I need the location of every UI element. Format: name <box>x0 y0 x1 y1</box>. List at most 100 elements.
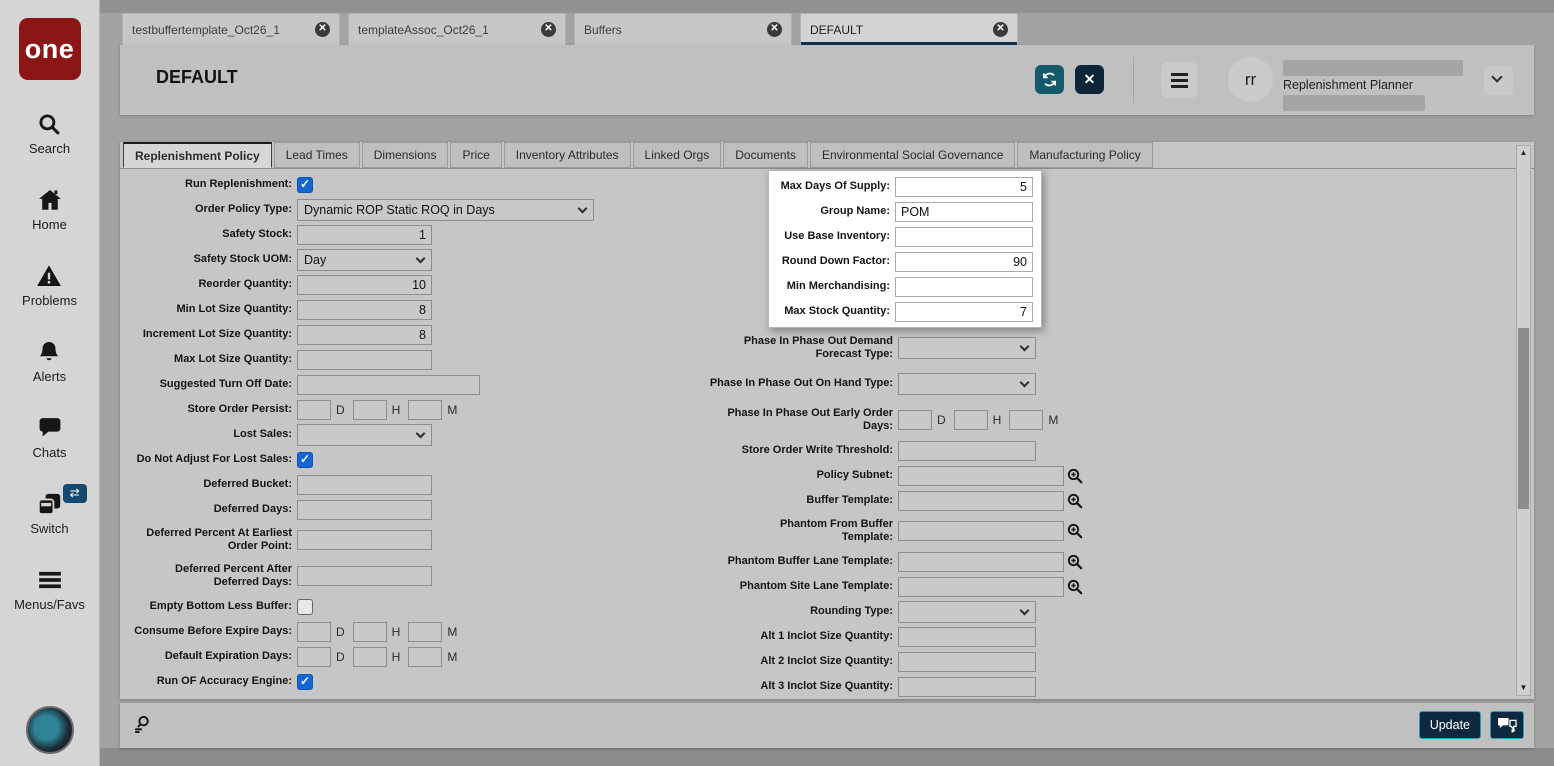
vertical-scrollbar[interactable]: ▲ ▼ <box>1516 145 1531 696</box>
rounding-type-select[interactable] <box>898 601 1036 623</box>
sidebar-item-menus-favs[interactable]: Menus/Favs <box>14 560 85 612</box>
sidebar-item-chats[interactable]: Chats <box>33 408 67 460</box>
phantom-site-lane-template-input[interactable] <box>898 577 1064 597</box>
tab-lead-times[interactable]: Lead Times <box>274 142 360 168</box>
deferred-percent-at-earliest-order-point-input[interactable] <box>297 530 432 550</box>
lost-sales-select[interactable] <box>297 424 432 446</box>
workspace-tab-active[interactable]: DEFAULT ✕ <box>800 13 1018 45</box>
tab-replenishment-policy[interactable]: Replenishment Policy <box>123 142 272 168</box>
empty-bottom-less-buffer-checkbox[interactable] <box>297 599 313 615</box>
field-order-policy-type: Order Policy Type: Dynamic ROP Static RO… <box>130 197 670 222</box>
field-increment-lot-size-quantity: Increment Lot Size Quantity: <box>130 322 670 347</box>
suggested-turn-off-date-input[interactable] <box>297 375 480 395</box>
store-order-persist-days-input[interactable] <box>297 400 331 420</box>
store-order-persist-hours-input[interactable] <box>353 400 387 420</box>
warning-icon <box>36 263 62 291</box>
use-base-inventory-input[interactable] <box>895 227 1033 247</box>
safety-stock-input[interactable] <box>297 225 432 245</box>
phase-in-phase-out-demand-forecast-type-select[interactable] <box>898 337 1036 359</box>
alt-2-inclot-size-quantity-input[interactable] <box>898 652 1036 672</box>
phase-in-phase-out-early-order-days-input[interactable] <box>898 410 932 430</box>
close-tab-icon[interactable]: ✕ <box>315 22 330 37</box>
workspace-tab[interactable]: Buffers ✕ <box>574 13 792 45</box>
one-logo[interactable]: one <box>19 18 81 80</box>
phantom-from-buffer-template-input[interactable] <box>898 521 1064 541</box>
sidebar-item-alerts[interactable]: Alerts <box>33 332 66 384</box>
zoom-in-lookup-icon[interactable] <box>1067 468 1083 484</box>
phantom-buffer-lane-template-input[interactable] <box>898 552 1064 572</box>
zoom-in-lookup-icon[interactable] <box>1067 493 1083 509</box>
close-page-button[interactable]: ✕ <box>1075 65 1104 94</box>
field-empty-bottom-less-buffer: Empty Bottom Less Buffer: <box>130 594 670 619</box>
deferred-bucket-input[interactable] <box>297 475 432 495</box>
switch-badge-icon[interactable]: ⇄ <box>63 484 87 503</box>
field-deferred-percent-after-deferred-days: Deferred Percent After Deferred Days: <box>130 558 670 594</box>
alt-1-inclot-size-quantity-input[interactable] <box>898 627 1036 647</box>
deferred-percent-after-deferred-days-input[interactable] <box>297 566 432 586</box>
header-menu-button[interactable] <box>1161 62 1197 98</box>
field-label: Alt 1 Inclot Size Quantity: <box>700 630 898 643</box>
max-days-of-supply-input[interactable] <box>895 177 1033 197</box>
group-name-input[interactable] <box>895 202 1033 222</box>
store-order-persist-minutes-input[interactable] <box>408 400 442 420</box>
scroll-up-arrow[interactable]: ▲ <box>1517 146 1530 160</box>
alt-3-inclot-size-quantity-input[interactable] <box>898 677 1036 697</box>
tab-dimensions[interactable]: Dimensions <box>362 142 449 168</box>
max-stock-quantity-input[interactable] <box>895 302 1033 322</box>
zoom-in-lookup-icon[interactable] <box>1067 523 1083 539</box>
phase-in-phase-out-on-hand-type-select[interactable] <box>898 373 1036 395</box>
policy-subnet-input[interactable] <box>898 466 1064 486</box>
scroll-down-arrow[interactable]: ▼ <box>1517 681 1530 695</box>
field-use-base-inventory: Use Base Inventory: <box>771 224 1037 249</box>
default-expiration-minutes-input[interactable] <box>408 647 442 667</box>
tab-documents[interactable]: Documents <box>723 142 808 168</box>
assistant-avatar[interactable] <box>26 706 74 754</box>
store-order-write-threshold-input[interactable] <box>898 441 1036 461</box>
round-down-factor-input[interactable] <box>895 252 1033 272</box>
run-replenishment-checkbox[interactable] <box>297 177 313 193</box>
consume-before-expire-minutes-input[interactable] <box>408 622 442 642</box>
phase-in-phase-out-early-order-hours-input[interactable] <box>954 410 988 430</box>
safety-stock-uom-select[interactable]: Day <box>297 249 432 271</box>
consume-before-expire-days-input[interactable] <box>297 622 331 642</box>
field-run-of-accuracy-engine: Run OF Accuracy Engine: <box>130 669 670 694</box>
chat-button[interactable] <box>1490 711 1524 739</box>
workspace-tab[interactable]: testbuffertemplate_Oct26_1 ✕ <box>122 13 340 45</box>
tab-linked-orgs[interactable]: Linked Orgs <box>633 142 722 168</box>
default-expiration-days-input[interactable] <box>297 647 331 667</box>
phase-in-phase-out-early-order-minutes-input[interactable] <box>1009 410 1043 430</box>
sidebar-item-search[interactable]: Search <box>29 104 70 156</box>
min-merchandising-input[interactable] <box>895 277 1033 297</box>
user-avatar[interactable]: rr <box>1228 57 1273 102</box>
refresh-button[interactable] <box>1035 65 1064 94</box>
find-in-list-icon[interactable] <box>132 714 153 740</box>
increment-lot-size-quantity-input[interactable] <box>297 325 432 345</box>
scrollbar-thumb[interactable] <box>1518 328 1529 509</box>
workspace-tab[interactable]: templateAssoc_Oct26_1 ✕ <box>348 13 566 45</box>
sidebar-item-problems[interactable]: Problems <box>22 256 77 308</box>
update-button[interactable]: Update <box>1419 711 1481 739</box>
run-of-accuracy-engine-checkbox[interactable] <box>297 674 313 690</box>
order-policy-type-select[interactable]: Dynamic ROP Static ROQ in Days <box>297 199 594 221</box>
sidebar-item-home[interactable]: Home <box>32 180 67 232</box>
buffer-template-input[interactable] <box>898 491 1064 511</box>
close-tab-icon[interactable]: ✕ <box>767 22 782 37</box>
max-lot-size-quantity-input[interactable] <box>297 350 432 370</box>
close-tab-icon[interactable]: ✕ <box>541 22 556 37</box>
min-lot-size-quantity-input[interactable] <box>297 300 432 320</box>
deferred-days-input[interactable] <box>297 500 432 520</box>
sidebar-item-label: Search <box>29 141 70 156</box>
consume-before-expire-hours-input[interactable] <box>353 622 387 642</box>
sidebar-item-switch[interactable]: ⇄ Switch <box>30 484 68 536</box>
close-tab-icon[interactable]: ✕ <box>993 22 1008 37</box>
user-menu-button[interactable] <box>1484 66 1513 95</box>
tab-manufacturing-policy[interactable]: Manufacturing Policy <box>1017 142 1152 168</box>
default-expiration-hours-input[interactable] <box>353 647 387 667</box>
tab-inventory-attributes[interactable]: Inventory Attributes <box>504 142 631 168</box>
zoom-in-lookup-icon[interactable] <box>1067 554 1083 570</box>
tab-environmental-social-governance[interactable]: Environmental Social Governance <box>810 142 1015 168</box>
zoom-in-lookup-icon[interactable] <box>1067 579 1083 595</box>
tab-price[interactable]: Price <box>450 142 501 168</box>
reorder-quantity-input[interactable] <box>297 275 432 295</box>
do-not-adjust-for-lost-sales-checkbox[interactable] <box>297 452 313 468</box>
